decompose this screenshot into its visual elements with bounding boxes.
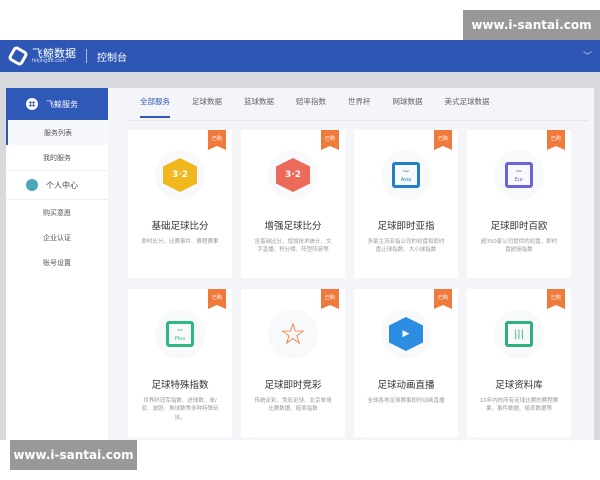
star-ball-icon: ☆ — [279, 316, 307, 352]
section-label: 飞鲸服务 — [46, 99, 78, 109]
card-description: 含基础比分、增加技术统计、文字直播、积分榜、阵型阵容等 — [254, 239, 332, 254]
chart-chip-icon: ~ Asia — [392, 162, 420, 188]
service-card[interactable]: 已购 ||| 足球资料库 10年内的所有足球比赛的赛程赛果、事件数据、赔率数据等 — [467, 289, 571, 437]
service-card[interactable]: 已购 ~ Plus 足球特殊指数 世界杯冠军指数、进球数、单/双、波胆、角球数等多… — [128, 289, 232, 437]
purchased-badge: 已购 — [434, 289, 452, 309]
card-title: 基础足球比分 — [151, 221, 209, 232]
card-description: 多家主流亚指公司的初盘和即时盘让球指数、大小球指数 — [367, 239, 445, 254]
card-title: 足球动画直播 — [377, 380, 435, 391]
user-icon — [26, 179, 38, 191]
play-icon: ▶ — [389, 317, 423, 351]
purchased-badge: 已购 — [547, 289, 565, 309]
brand-logo[interactable]: 飞鲸数据 feijing88.com — [7, 45, 76, 67]
card-icon-wrap: ~ Plus — [155, 309, 205, 359]
purchased-badge: 已购 — [208, 130, 226, 150]
card-title: 足球即时亚指 — [377, 221, 435, 232]
card-title: 足球即时百欧 — [490, 221, 548, 232]
sidebar-item-enterprise-auth[interactable]: 企业认证 — [6, 225, 108, 250]
logo-icon — [7, 45, 29, 67]
sidebar-item-purchase[interactable]: 购买意愿 — [6, 200, 108, 225]
card-description: 超350家公司提供的初盘、即时盘欧赔指数 — [480, 239, 558, 254]
tab-1[interactable]: 足球数据 — [192, 96, 222, 118]
chart-chip-icon: ~ Eur — [505, 162, 533, 188]
tab-5[interactable]: 网球数据 — [393, 96, 423, 118]
card-title: 足球即时竞彩 — [264, 380, 322, 391]
purchased-badge: 已购 — [321, 130, 339, 150]
grid-icon — [26, 98, 38, 110]
card-icon-wrap: ▶ — [381, 309, 431, 359]
card-description: 世界杯冠军指数、进球数、单/双、波胆、角球数等多种特殊玩法。 — [141, 398, 219, 421]
card-description: 10年内的所有足球比赛的赛程赛果、事件数据、赔率数据等 — [479, 398, 559, 413]
card-description: 即时比分、比赛事件、赛程赛果 — [141, 239, 219, 245]
card-icon-wrap: 3·2 — [155, 150, 205, 200]
sidebar-section-services[interactable]: 飞鲸服务 — [6, 88, 108, 120]
tab-3[interactable]: 赔率指数 — [296, 96, 326, 118]
sidebar: 飞鲸服务 服务列表 我的服务 个人中心 购买意愿 企业认证 账号设置 — [6, 88, 108, 440]
console-title: 控制台 — [97, 52, 127, 64]
card-title: 足球资料库 — [495, 380, 543, 391]
sidebar-item-service-list[interactable]: 服务列表 — [6, 120, 108, 145]
watermark-bottom: www.i-santai.com — [10, 440, 137, 470]
card-title: 增强足球比分 — [264, 221, 322, 232]
card-icon-wrap: ||| — [494, 309, 544, 359]
chart-chip-icon: ~ Plus — [166, 321, 194, 347]
card-icon-wrap: ~ Asia — [381, 150, 431, 200]
card-icon-wrap: ~ Eur — [494, 150, 544, 200]
sidebar-section-personal[interactable]: 个人中心 — [6, 170, 108, 200]
section-label: 个人中心 — [46, 180, 78, 190]
score-icon: 3·2 — [163, 158, 197, 192]
chevron-down-icon[interactable]: ﹀ — [583, 49, 592, 62]
tab-0[interactable]: 全部服务 — [140, 96, 170, 118]
service-card[interactable]: 已购 ☆ 足球即时竞彩 传统足彩、竞彩足球、北京单场比赛数据、赔率指数 — [241, 289, 345, 437]
service-card[interactable]: 已购 ▶ 足球动画直播 全球各地足球赛事即时动画直播 — [354, 289, 458, 437]
service-card[interactable]: 已购 ~ Asia 足球即时亚指 多家主流亚指公司的初盘和即时盘让球指数、大小球指… — [354, 130, 458, 278]
tab-4[interactable]: 世界杯 — [348, 96, 371, 118]
tab-6[interactable]: 美式足球数据 — [445, 96, 490, 118]
sidebar-item-account-settings[interactable]: 账号设置 — [6, 250, 108, 275]
category-tabs: 全部服务 足球数据 篮球数据 赔率指数 世界杯 网球数据 美式足球数据 — [140, 96, 512, 118]
main-panel: 飞鲸服务 服务列表 我的服务 个人中心 购买意愿 企业认证 账号设置 全部服务足… — [6, 88, 594, 440]
score-icon: 3·2 — [276, 158, 310, 192]
top-header: 飞鲸数据 feijing88.com 控制台 ﹀ — [0, 40, 600, 72]
card-description: 传统足彩、竞彩足球、北京单场比赛数据、赔率指数 — [254, 398, 332, 413]
purchased-badge: 已购 — [547, 130, 565, 150]
service-card[interactable]: 已购 3·2 基础足球比分 即时比分、比赛事件、赛程赛果 — [128, 130, 232, 278]
tab-2[interactable]: 篮球数据 — [244, 96, 274, 118]
brand-domain: feijing88.com — [32, 58, 66, 64]
purchased-badge: 已购 — [321, 289, 339, 309]
card-icon-wrap: 3·2 — [268, 150, 318, 200]
library-icon: ||| — [505, 321, 533, 347]
card-description: 全球各地足球赛事即时动画直播 — [367, 398, 445, 404]
card-title: 足球特殊指数 — [151, 380, 209, 391]
purchased-badge: 已购 — [208, 289, 226, 309]
tab-divider — [128, 120, 588, 121]
service-card[interactable]: 已购 ~ Eur 足球即时百欧 超350家公司提供的初盘、即时盘欧赔指数 — [467, 130, 571, 278]
service-card[interactable]: 已购 3·2 增强足球比分 含基础比分、增加技术统计、文字直播、积分榜、阵型阵容… — [241, 130, 345, 278]
watermark-top: www.i-santai.com — [463, 10, 600, 40]
card-icon-wrap: ☆ — [268, 309, 318, 359]
divider — [86, 49, 87, 63]
sidebar-item-my-services[interactable]: 我的服务 — [6, 145, 108, 170]
purchased-badge: 已购 — [434, 130, 452, 150]
